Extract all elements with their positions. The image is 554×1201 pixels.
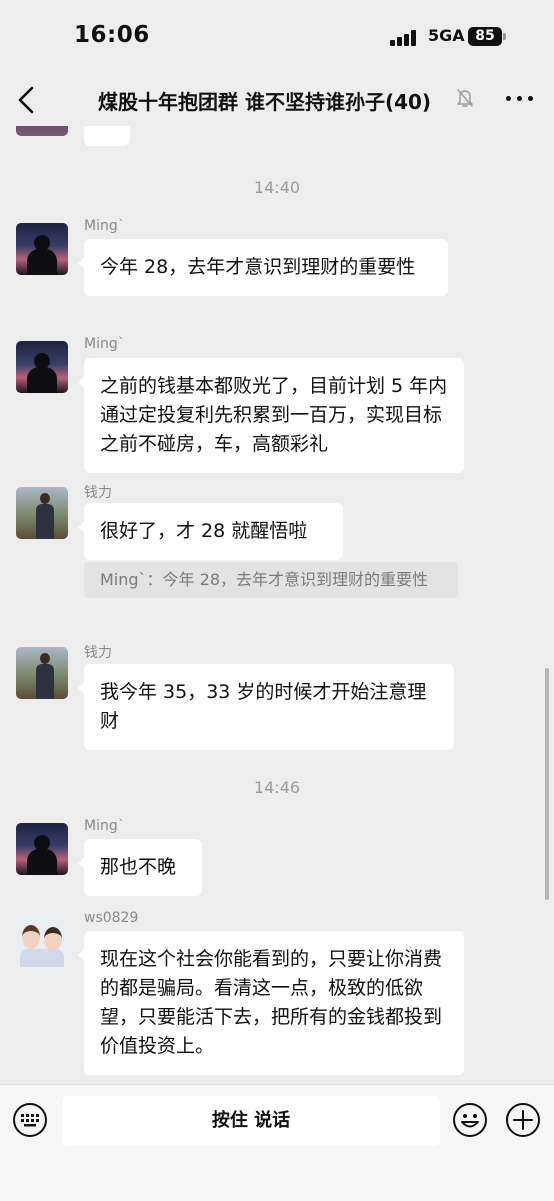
avatar[interactable] — [16, 126, 68, 136]
message-bubble[interactable]: 现在这个社会你能看到的，只要让你消费的都是骗局。看清这一点，极致的低欲望，只要能… — [78, 931, 464, 1075]
avatar[interactable] — [16, 341, 68, 393]
avatar-person-body — [36, 504, 54, 539]
avatar[interactable] — [16, 915, 68, 967]
chat-title: 煤股十年抱团群 谁不坚持谁孙子(40) — [98, 90, 432, 114]
sender-name: Ming` — [84, 218, 125, 234]
avatar-silhouette-body — [27, 249, 57, 275]
nav-bar: 煤股十年抱团群 谁不坚持谁孙子(40) — [0, 74, 554, 126]
scrollbar[interactable] — [545, 668, 549, 900]
bell-off-icon — [457, 89, 473, 107]
avatar[interactable] — [16, 487, 68, 539]
network-label: 5GA — [428, 26, 465, 45]
avatar[interactable] — [16, 823, 68, 875]
sender-name: Ming` — [84, 336, 125, 352]
avatar-person-head — [40, 653, 50, 664]
avatar-person-head — [40, 493, 50, 504]
message-bubble[interactable]: 那也不晚 — [78, 839, 202, 896]
hold-to-talk-button[interactable]: 按住 说话 — [62, 1096, 440, 1146]
more-dots-icon[interactable] — [506, 96, 534, 104]
message-bubble[interactable]: 我今年 35，33 岁的时候才开始注意理财 — [78, 664, 454, 750]
avatar-cartoon-bodies — [20, 949, 64, 967]
avatar-silhouette-body — [27, 849, 57, 875]
avatar-person-body — [36, 664, 54, 699]
battery-cap — [503, 33, 506, 40]
message-bubble[interactable]: 之前的钱基本都败光了，目前计划 5 年内通过定投复利先积累到一百万，实现目标之前… — [78, 358, 464, 473]
quoted-message[interactable]: Ming`：今年 28，去年才意识到理财的重要性 — [84, 562, 458, 598]
input-bar: 按住 说话 — [0, 1084, 554, 1201]
chat-list[interactable]: 14:40 Ming` 今年 28，去年才意识到理财的重要性 Ming` 之前的… — [0, 126, 554, 1084]
keyboard-icon[interactable] — [12, 1102, 48, 1138]
sticker-partial[interactable] — [84, 126, 130, 146]
avatar[interactable] — [16, 647, 68, 699]
emoji-icon[interactable] — [452, 1102, 488, 1138]
sender-name: 钱力 — [84, 485, 112, 501]
status-time: 16:06 — [74, 22, 150, 48]
avatar-cartoon-left — [22, 925, 40, 949]
time-separator: 14:46 — [253, 778, 301, 797]
message-bubble[interactable]: 很好了，才 28 就醒悟啦 — [78, 503, 343, 560]
sender-name: 钱力 — [84, 645, 112, 661]
chevron-left-icon[interactable] — [10, 80, 44, 120]
plus-circle-icon[interactable] — [505, 1102, 541, 1138]
sender-name: Ming` — [84, 818, 125, 834]
time-separator: 14:40 — [253, 178, 301, 197]
battery-icon: 85 — [468, 27, 502, 46]
message-bubble[interactable]: 今年 28，去年才意识到理财的重要性 — [78, 239, 448, 296]
avatar-silhouette-body — [27, 367, 57, 393]
sender-name: ws0829 — [84, 910, 139, 926]
avatar[interactable] — [16, 223, 68, 275]
avatar-cartoon-right — [44, 927, 62, 951]
status-bar: 16:06 5GA 85 — [0, 0, 554, 74]
signal-icon — [390, 30, 420, 46]
